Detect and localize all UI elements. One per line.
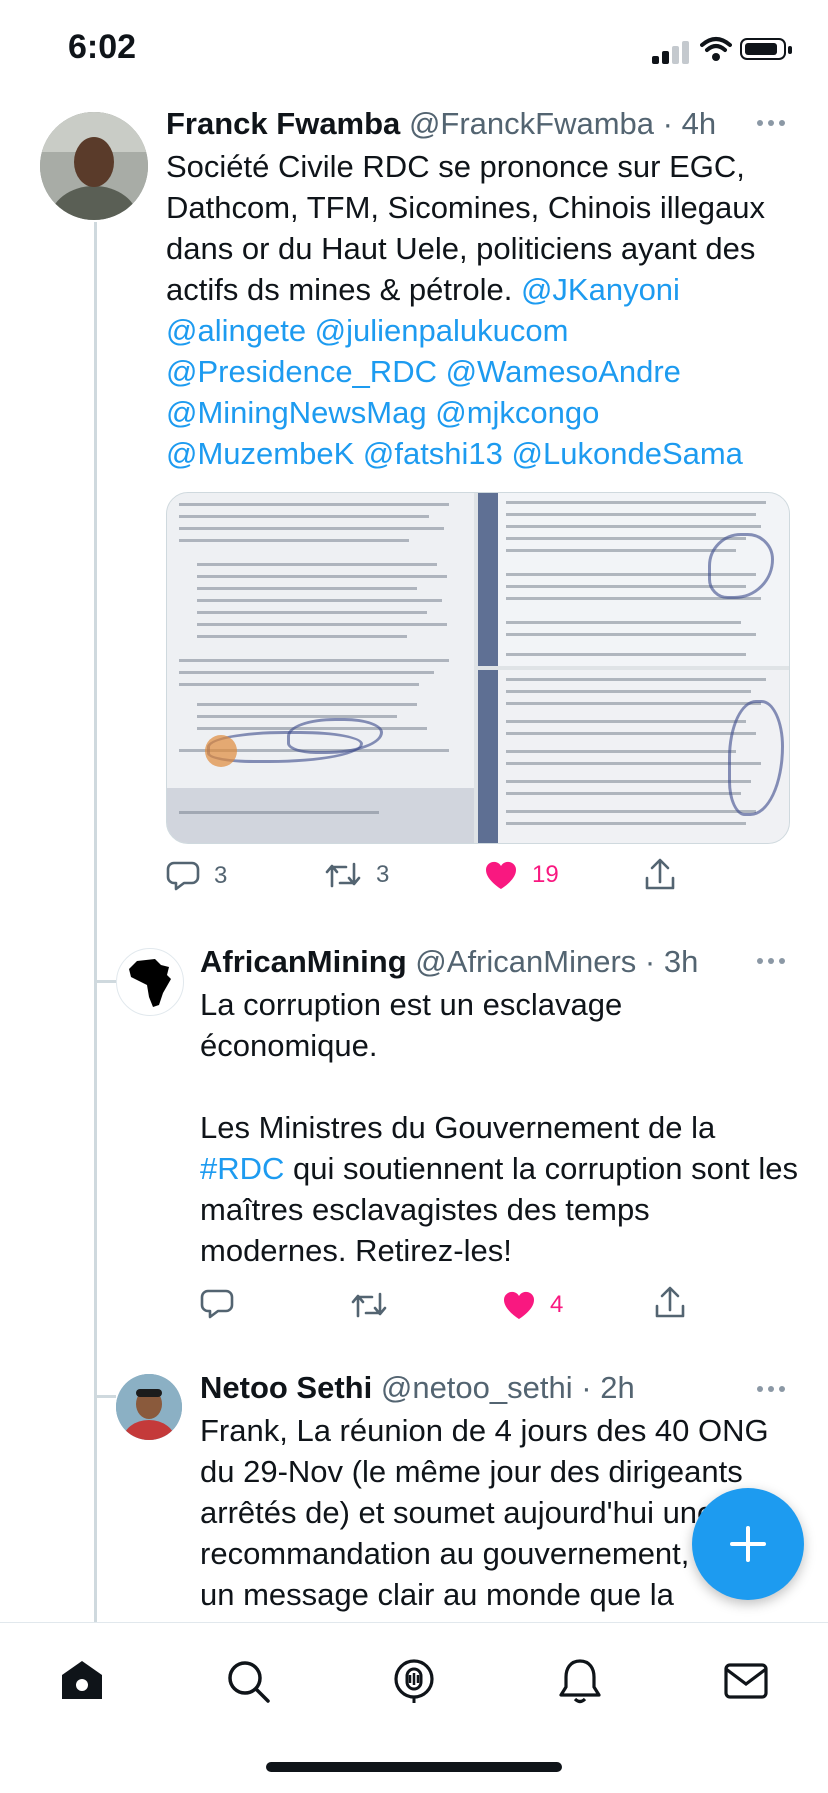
notifications-icon [559, 1659, 601, 1704]
display-name[interactable]: AfricanMining [200, 944, 407, 979]
tweet-text: La corruption est un esclavage économiqu… [200, 984, 800, 1271]
reply-button[interactable]: 3 [166, 860, 227, 892]
battery-icon [740, 38, 786, 60]
status-time: 6:02 [68, 28, 137, 66]
tab-notifications[interactable] [552, 1653, 608, 1709]
share-button[interactable] [654, 1286, 686, 1320]
reply-count: 3 [214, 862, 228, 889]
handle[interactable]: @AfricanMiners [415, 944, 636, 979]
hashtag[interactable]: #RDC [200, 1151, 284, 1186]
document-image-2[interactable] [478, 493, 789, 666]
like-count: 4 [550, 1291, 564, 1318]
home-indicator[interactable] [266, 1762, 562, 1772]
document-image-1[interactable] [167, 493, 474, 843]
avatar[interactable] [40, 112, 148, 220]
timestamp: · 2h [581, 1370, 635, 1405]
thread-line [94, 222, 97, 1642]
like-button[interactable]: 4 [502, 1290, 563, 1320]
tweet-header: Netoo Sethi @netoo_sethi · 2h [200, 1368, 635, 1408]
share-icon [655, 1286, 685, 1318]
display-name[interactable]: Netoo Sethi [200, 1370, 372, 1405]
timestamp: · 3h [644, 944, 699, 979]
tab-messages[interactable] [718, 1653, 774, 1709]
spaces-icon [394, 1659, 434, 1703]
retweet-icon [325, 862, 361, 888]
thread-connector [94, 980, 116, 983]
heart-filled-icon [503, 1291, 535, 1319]
handle[interactable]: @FranckFwamba [409, 106, 654, 141]
tweet-text: Société Civile RDC se prononce sur EGC, … [166, 146, 796, 474]
avatar[interactable] [116, 1374, 182, 1440]
wifi-icon [700, 37, 732, 61]
retweet-button[interactable]: 3 [324, 860, 389, 890]
like-button[interactable]: 19 [484, 860, 559, 890]
tweet-header: Franck Fwamba @FranckFwamba · 4h [166, 104, 716, 144]
home-icon [62, 1661, 102, 1699]
compose-tweet-button[interactable] [692, 1488, 804, 1600]
tab-spaces[interactable] [386, 1653, 442, 1709]
share-button[interactable] [644, 858, 676, 892]
reply-icon [166, 861, 200, 891]
tweet-header: AfricanMining @AfricanMiners · 3h [200, 942, 698, 982]
plus-icon [730, 1526, 766, 1562]
timestamp: · 4h [662, 106, 717, 141]
more-options-icon[interactable] [757, 1386, 785, 1392]
more-options-icon[interactable] [757, 120, 785, 126]
tab-search[interactable] [220, 1653, 276, 1709]
profile-photo [116, 1374, 182, 1440]
tab-home[interactable] [54, 1653, 110, 1709]
handle[interactable]: @netoo_sethi [381, 1370, 573, 1405]
messages-icon [724, 1663, 768, 1699]
document-image-3[interactable] [478, 670, 789, 843]
thread-connector [94, 1395, 116, 1398]
reply-icon [200, 1289, 234, 1319]
tweet-body-continued: qui soutiennent la corruption sont les m… [200, 1151, 807, 1268]
tweet-body: La corruption est un esclavage économiqu… [200, 987, 716, 1145]
cellular-signal-icon [652, 40, 694, 64]
retweet-count: 3 [376, 861, 390, 888]
like-count: 19 [532, 861, 559, 888]
retweet-icon [351, 1292, 387, 1318]
display-name[interactable]: Franck Fwamba [166, 106, 400, 141]
reply-button[interactable] [200, 1288, 234, 1320]
media-grid[interactable] [166, 492, 790, 844]
profile-photo [40, 112, 148, 220]
share-icon [645, 858, 675, 890]
africa-icon [129, 959, 171, 1007]
status-bar: 6:02 [0, 0, 828, 100]
more-options-icon[interactable] [757, 958, 785, 964]
avatar[interactable] [116, 948, 184, 1016]
heart-filled-icon [485, 861, 517, 889]
search-icon [228, 1661, 270, 1703]
retweet-button[interactable] [350, 1290, 388, 1320]
